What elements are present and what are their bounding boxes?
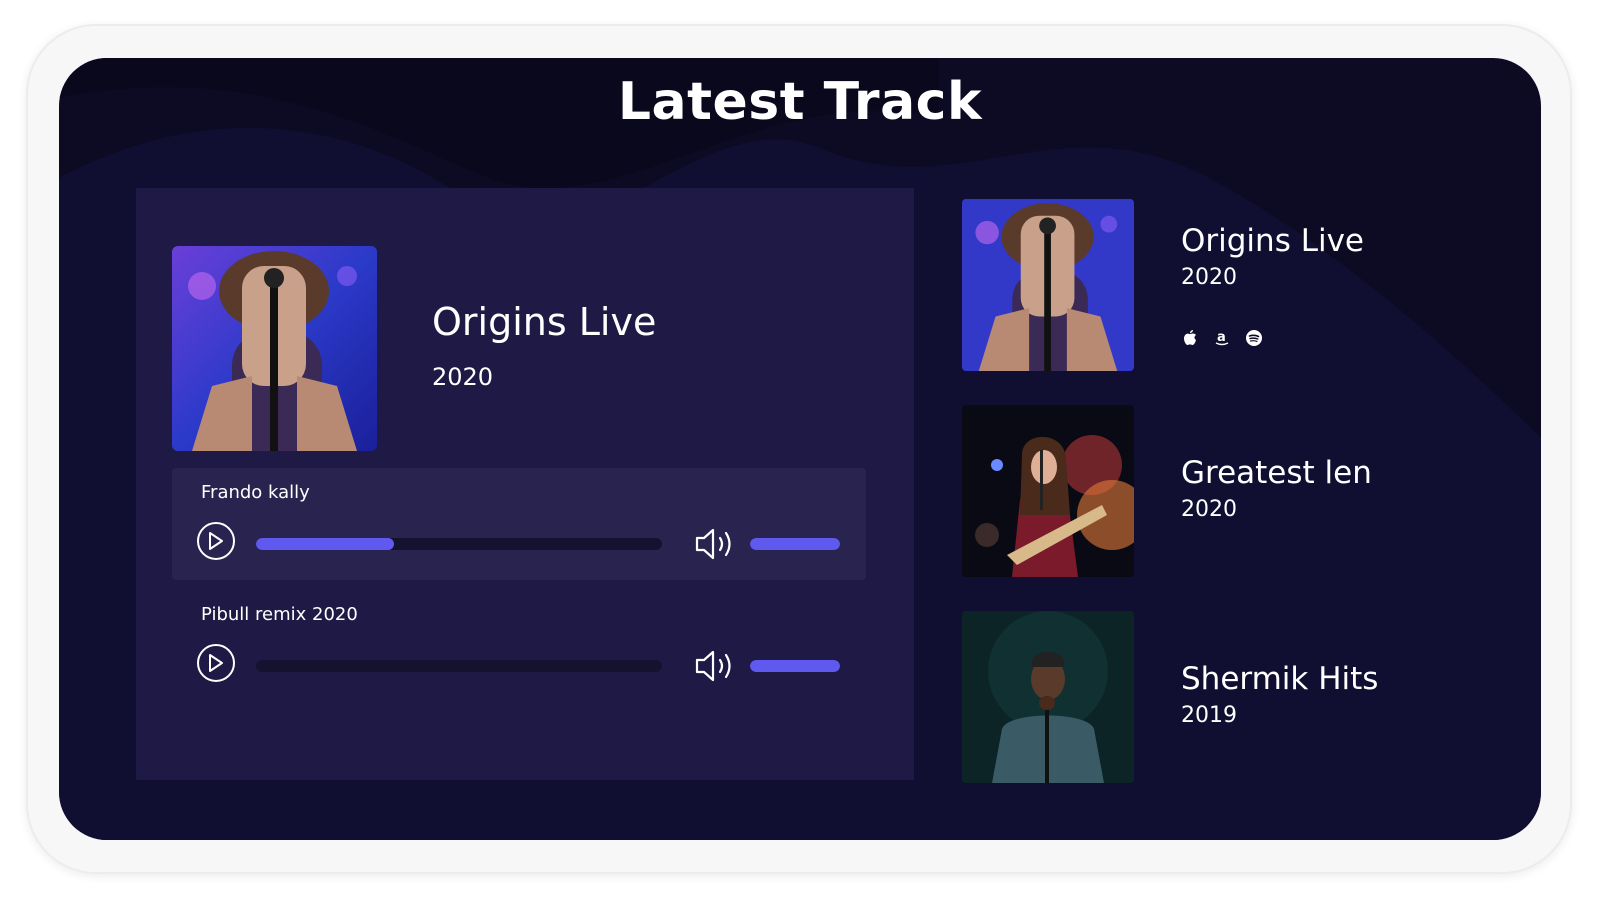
progress-fill (256, 538, 395, 550)
track-progress-bar[interactable] (256, 538, 662, 550)
release-title: Shermik Hits (1181, 661, 1379, 697)
volume-slider[interactable] (750, 660, 840, 672)
release-item[interactable]: Shermik Hits 2019 (962, 611, 1462, 783)
release-cover (962, 405, 1134, 577)
play-icon (209, 532, 223, 550)
volume-icon[interactable] (694, 526, 738, 562)
section-title: Latest Track (617, 72, 983, 132)
track-progress-bar[interactable] (256, 660, 662, 672)
volume-fill (750, 660, 840, 672)
release-cover (962, 199, 1134, 371)
streaming-links: a (1181, 329, 1263, 347)
release-title: Greatest len (1181, 455, 1372, 491)
release-title: Origins Live (1181, 223, 1365, 259)
volume-slider[interactable] (750, 538, 840, 550)
spotify-icon[interactable] (1245, 329, 1263, 347)
svg-text:a: a (1217, 330, 1226, 345)
release-cover (962, 611, 1134, 783)
featured-track-title: Origins Live (432, 300, 657, 344)
release-year: 2020 (1181, 497, 1237, 522)
track-row: Frando kally (172, 468, 866, 580)
featured-album-cover (172, 246, 377, 451)
release-item[interactable]: Greatest len 2020 (962, 405, 1462, 577)
volume-icon[interactable] (694, 648, 738, 684)
play-button[interactable] (197, 522, 235, 560)
release-item[interactable]: Origins Live 2020 a (962, 199, 1462, 371)
latest-track-section: Latest Track Origins Live 2020 Frando ka… (59, 58, 1541, 840)
release-year: 2019 (1181, 703, 1237, 728)
amazon-icon[interactable]: a (1213, 329, 1231, 347)
release-year: 2020 (1181, 265, 1237, 290)
play-icon (209, 654, 223, 672)
apple-icon[interactable] (1181, 329, 1199, 347)
volume-fill (750, 538, 840, 550)
track-row: Pibull remix 2020 (172, 590, 866, 702)
featured-track-year: 2020 (432, 363, 494, 391)
track-name: Frando kally (201, 482, 310, 503)
track-name: Pibull remix 2020 (201, 604, 358, 625)
play-button[interactable] (197, 644, 235, 682)
audio-player-card: Origins Live 2020 Frando kally Pibull re… (136, 188, 914, 780)
